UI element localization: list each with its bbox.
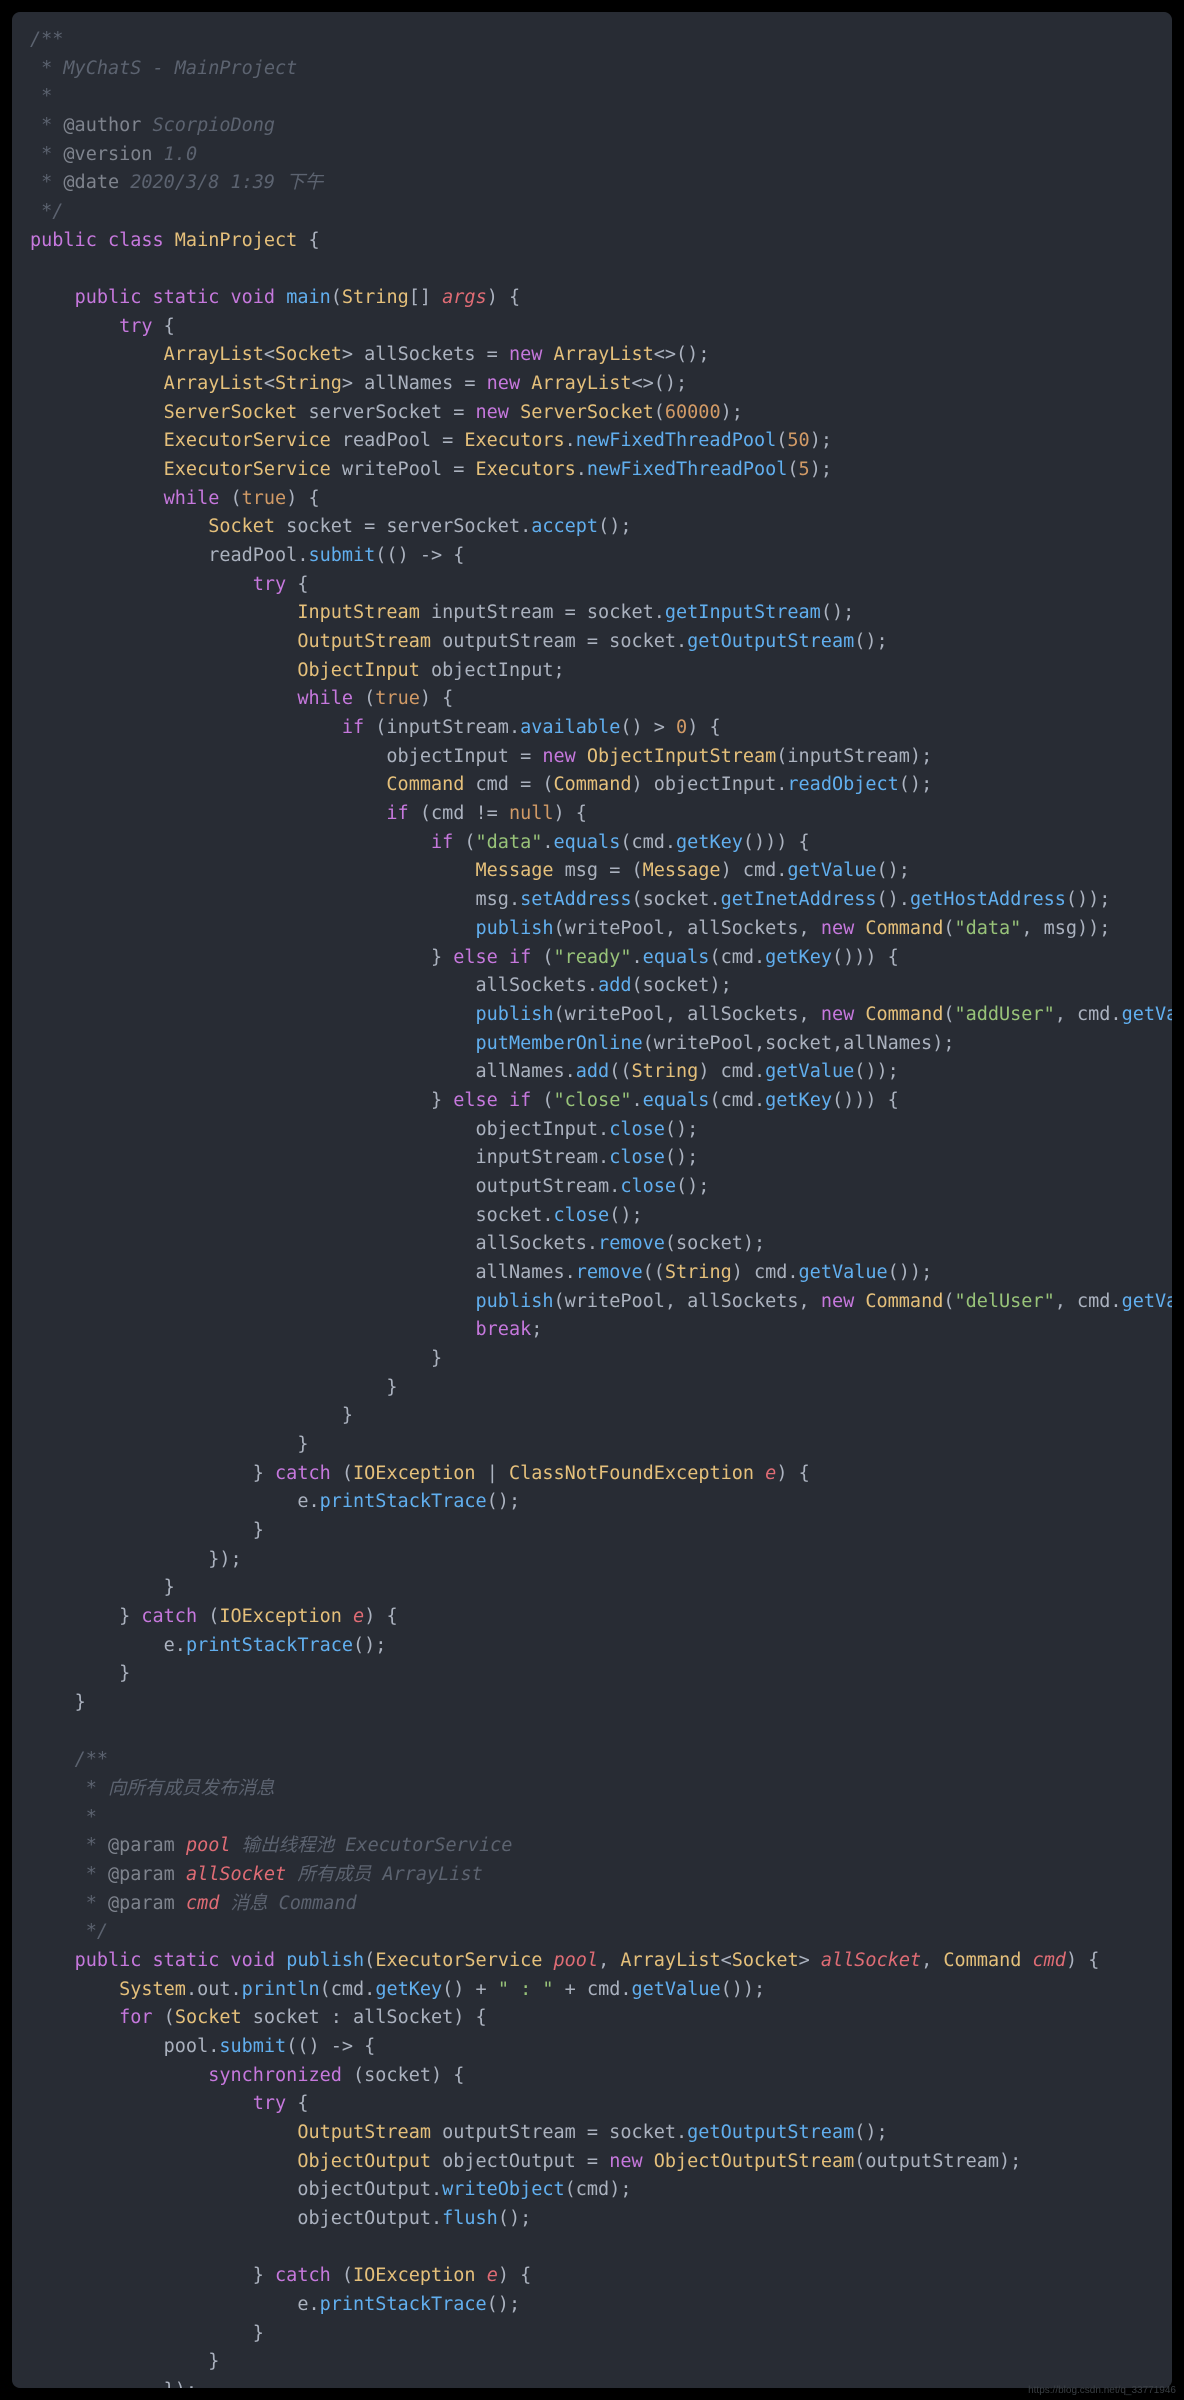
frame: /** * MyChatS - MainProject * * @author … <box>0 0 1184 2400</box>
class-declaration: public class <box>30 230 175 251</box>
watermark: https://blog.csdn.net/q_33771946 <box>1028 2383 1176 2399</box>
main-method: public static <box>75 287 231 308</box>
publish-method: public static <box>75 1950 231 1971</box>
javadoc-publish: /** * 向所有成员发布消息 * * @param pool 输出线程池 Ex… <box>30 1749 512 1942</box>
javadoc-comment: /** * MyChatS - MainProject * * @author … <box>30 29 323 222</box>
code-editor: /** * MyChatS - MainProject * * @author … <box>12 12 1172 2388</box>
